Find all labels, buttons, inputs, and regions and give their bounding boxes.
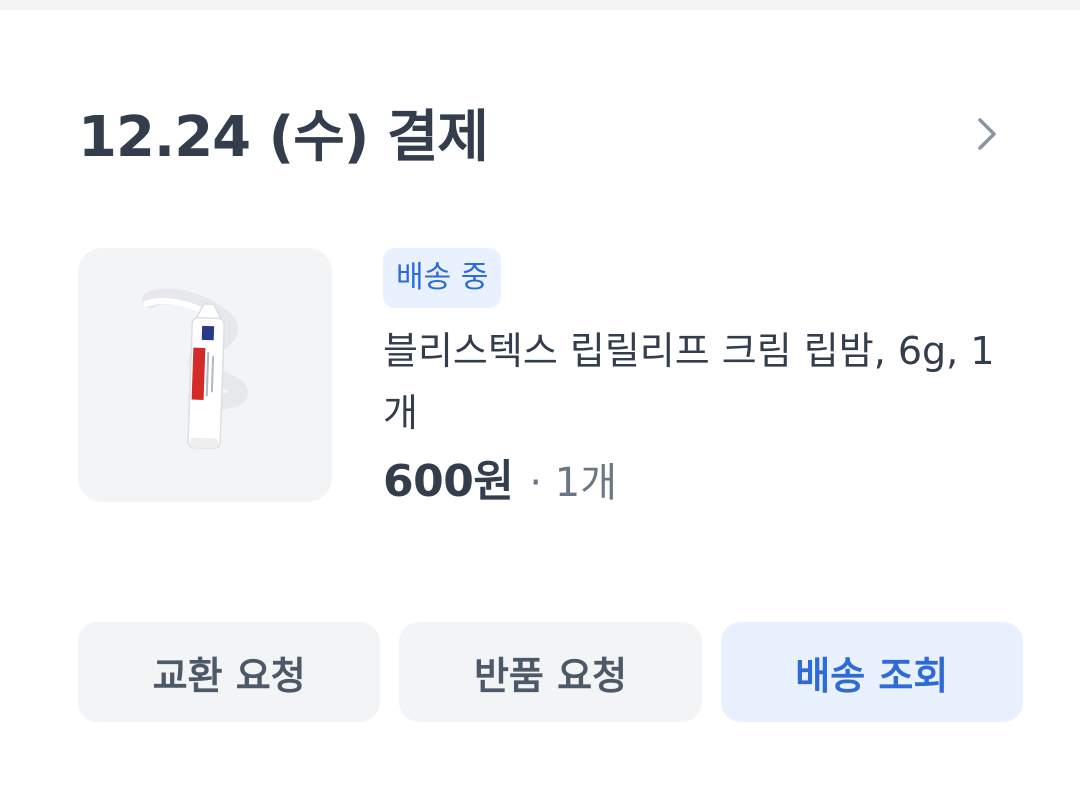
exchange-request-button[interactable]: 교환 요청 — [78, 622, 381, 722]
price-row: 600원 · 1개 — [383, 452, 1023, 512]
order-date-title: 12.24 (수) 결제 — [78, 105, 489, 170]
track-delivery-button[interactable]: 배송 조회 — [720, 622, 1023, 722]
order-header[interactable]: 12.24 (수) 결제 — [78, 98, 1008, 178]
top-divider — [0, 0, 1080, 10]
product-info: 배송 중 블리스텍스 립릴리프 크림 립밤, 6g, 1개 600원 · 1개 — [383, 248, 1023, 512]
order-actions: 교환 요청 반품 요청 배송 조회 — [78, 622, 1023, 722]
return-request-button[interactable]: 반품 요청 — [399, 622, 702, 722]
product-quantity: · 1개 — [529, 460, 618, 506]
chevron-right-icon[interactable] — [968, 114, 1008, 154]
product-price: 600원 — [383, 456, 514, 507]
product-image[interactable] — [78, 248, 332, 502]
product-name[interactable]: 블리스텍스 립릴리프 크림 립밤, 6g, 1개 — [383, 320, 1011, 444]
delivery-status-badge: 배송 중 — [383, 248, 502, 308]
